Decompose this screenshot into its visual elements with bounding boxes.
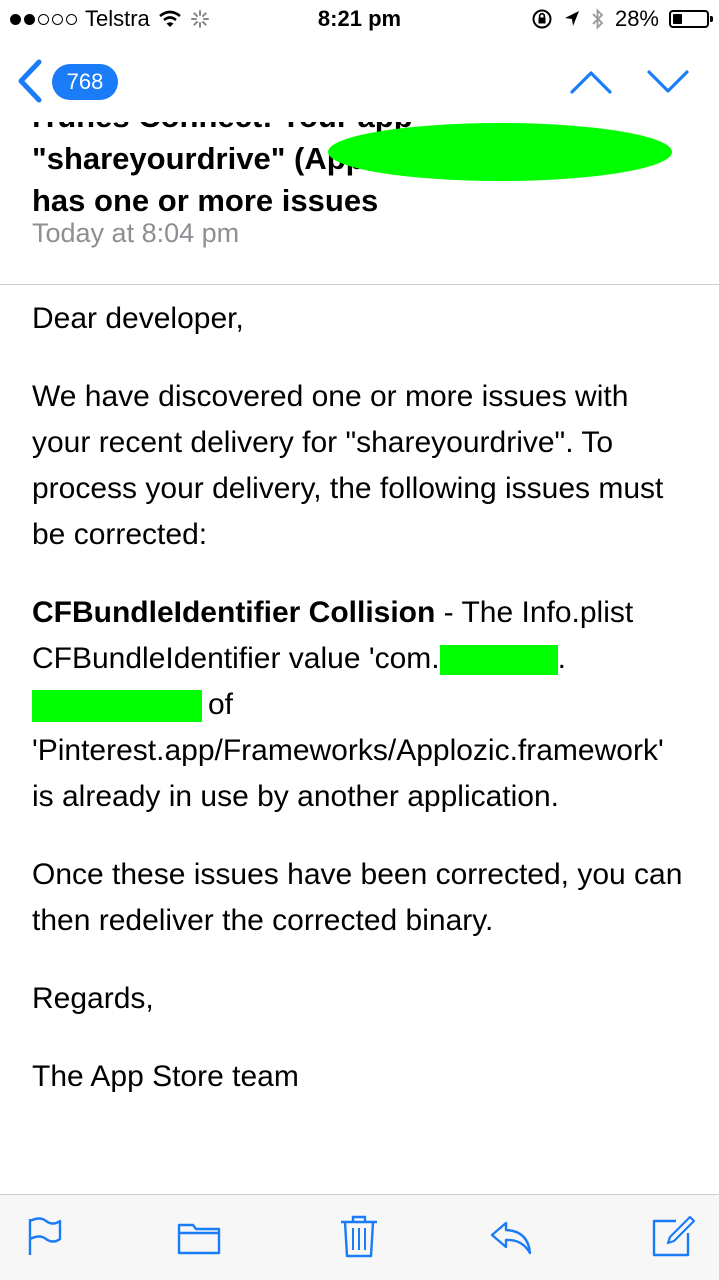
signature: The App Store team: [32, 1060, 299, 1093]
redaction-mark: [328, 123, 672, 181]
flag-icon[interactable]: [22, 1213, 68, 1259]
greeting: Dear developer,: [32, 302, 244, 335]
battery-icon: [669, 10, 713, 28]
previous-message-chevron-up-icon[interactable]: [568, 62, 614, 102]
compose-icon[interactable]: [650, 1213, 696, 1259]
redaction-mark: [439, 645, 558, 676]
message-date: Today at 8:04 pm: [32, 218, 240, 248]
navigation-bar: 768: [0, 40, 719, 122]
status-bar: Telstra 8:21 pm 28%: [0, 0, 719, 40]
rotation-lock-icon: [532, 9, 552, 29]
back-chevron-icon[interactable]: [14, 56, 44, 106]
battery-percent: 28%: [614, 6, 659, 31]
bluetooth-icon: [592, 8, 604, 30]
intro-paragraph: We have discovered one or more issues wi…: [32, 380, 664, 551]
message-header: iTunes Connect: Your app "shareyourdrive…: [0, 122, 719, 285]
issue-title: CFBundleIdentifier Collision: [32, 596, 436, 629]
message-body: Dear developer, We have discovered one o…: [32, 296, 692, 1132]
folder-icon[interactable]: [176, 1213, 222, 1259]
mail-screen: Telstra 8:21 pm 28% 768 "shareyourdrive"…: [0, 0, 719, 1280]
regards: Regards,: [32, 982, 154, 1015]
reply-icon[interactable]: [488, 1213, 534, 1259]
redaction-mark: [32, 690, 202, 723]
subject-line-3: has one or more issues: [32, 183, 379, 218]
outro-paragraph: Once these issues have been corrected, y…: [32, 858, 683, 937]
issue-paragraph: CFBundleIdentifier Collision - The Info.…: [32, 596, 664, 813]
back-button-message-count[interactable]: 768: [52, 64, 118, 100]
next-message-chevron-down-icon[interactable]: [645, 62, 691, 102]
location-arrow-icon: [564, 11, 579, 26]
trash-icon[interactable]: [336, 1213, 382, 1259]
bottom-toolbar: [0, 1194, 719, 1280]
